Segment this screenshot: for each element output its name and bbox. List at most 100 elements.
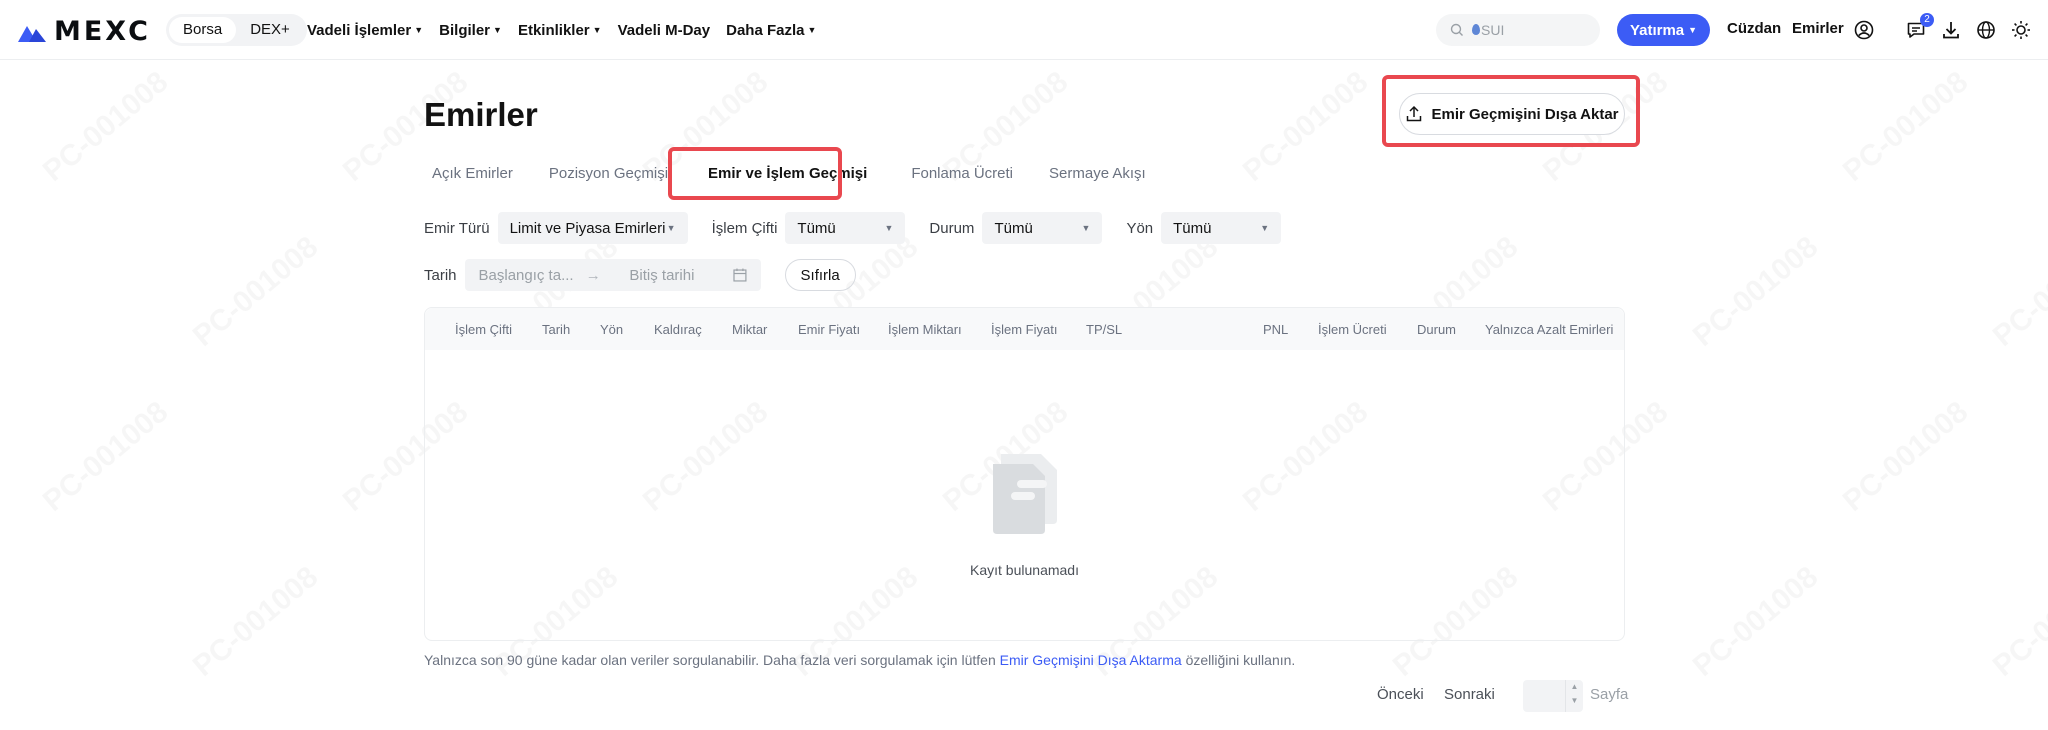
empty-document-icon (993, 454, 1057, 534)
user-account-icon[interactable] (1852, 18, 1876, 42)
nav-info[interactable]: Bilgiler ▼ (439, 22, 502, 39)
pair-value: Tümü (797, 219, 836, 237)
globe-icon[interactable] (1974, 18, 1998, 42)
caret-down-icon: ▼ (884, 223, 894, 233)
watermark-text: PC-001008 (1237, 65, 1375, 189)
watermark-text: PC-001008 (1687, 230, 1825, 354)
nav-mday-label: Vadeli M-Day (617, 21, 711, 39)
caret-down-icon: ▼ (414, 25, 424, 35)
note-text-after: özelliğini kullanın. (1185, 652, 1296, 668)
date-label: Tarih (424, 266, 457, 284)
page-stepper[interactable]: ▲ ▼ (1565, 680, 1583, 712)
order-type-label: Emir Türü (424, 219, 490, 237)
logo-text: MEXC (54, 16, 151, 47)
caret-down-icon: ▼ (666, 223, 676, 233)
note-text-before: Yalnızca son 90 güne kadar olan veriler … (424, 652, 996, 668)
nav-more[interactable]: Daha Fazla ▼ (726, 22, 816, 39)
order-type-select[interactable]: Limit ve Piyasa Emirleri ▼ (497, 212, 688, 244)
col-pnl: PNL (1263, 322, 1289, 337)
search-input[interactable]: SUI (1472, 22, 1504, 38)
col-order-price: Emir Fiyatı (798, 322, 861, 337)
message-icon[interactable]: 2 (1904, 13, 1934, 42)
watermark-text: PC-001008 (1987, 560, 2048, 684)
reset-button[interactable]: Sıfırla (784, 259, 856, 291)
segment-borsa[interactable]: Borsa (169, 17, 237, 43)
deposit-label: Yatırma (1629, 21, 1685, 39)
status-select[interactable]: Tümü ▼ (982, 212, 1103, 244)
mexc-logo[interactable]: MEXC (16, 16, 151, 47)
watermark-text: PC-001008 (37, 395, 175, 519)
previous-page-button[interactable]: Önceki (1377, 686, 1424, 703)
deposit-button[interactable]: Yatırma ▼ (1617, 14, 1710, 46)
next-page-button[interactable]: Sonraki (1444, 686, 1495, 703)
col-pair: İşlem Çifti (455, 322, 513, 337)
nav-events[interactable]: Etkinlikler ▼ (518, 22, 602, 39)
col-fee: İşlem Ücreti (1318, 322, 1387, 337)
mexc-logo-icon (18, 25, 46, 42)
date-range-picker[interactable]: Başlangıç ta... → Bitiş tarihi (464, 259, 761, 291)
tab-funding-fee[interactable]: Fonlama Ücreti (903, 155, 1021, 193)
end-date-input[interactable]: Bitiş tarihi (629, 267, 732, 284)
export-history-link[interactable]: Emir Geçmişini Dışa Aktarma (1000, 652, 1182, 668)
export-order-history-button[interactable]: Emir Geçmişini Dışa Aktar (1399, 93, 1625, 135)
date-filter-row: Tarih Başlangıç ta... → Bitiş tarihi Sıf… (424, 259, 856, 291)
col-filled-amount: İşlem Miktarı (888, 322, 962, 337)
status-label: Durum (929, 219, 975, 237)
nav-more-label: Daha Fazla (726, 21, 805, 39)
orders-link[interactable]: Emirler (1792, 20, 1844, 37)
chevron-down-icon[interactable]: ▼ (1566, 694, 1583, 708)
caret-down-icon: ▼ (1688, 25, 1698, 35)
pair-select[interactable]: Tümü ▼ (785, 212, 906, 244)
upload-icon (1407, 105, 1422, 122)
page-number-input[interactable]: ▲ ▼ (1523, 680, 1583, 712)
col-status: Durum (1417, 322, 1457, 337)
nav-info-label: Bilgiler (439, 21, 491, 39)
calendar-icon[interactable] (733, 268, 747, 282)
order-type-value: Limit ve Piyasa Emirleri (509, 219, 666, 237)
nav-futures[interactable]: Vadeli İşlemler ▼ (307, 22, 423, 39)
page-label: Sayfa (1590, 686, 1629, 703)
main-nav: Vadeli İşlemler ▼ Bilgiler ▼ Etkinlikler ▼ … (307, 0, 816, 60)
search-placeholder: SUI (1481, 22, 1505, 38)
chevron-up-icon[interactable]: ▲ (1566, 680, 1583, 694)
side-select[interactable]: Tümü ▼ (1161, 212, 1282, 244)
arrow-right-icon: → (585, 266, 601, 284)
download-icon[interactable] (1939, 18, 1963, 42)
top-header: MEXC Borsa DEX+ Vadeli İşlemler ▼ Bilgile… (0, 0, 2048, 60)
nav-mday[interactable]: Vadeli M-Day (618, 22, 711, 39)
caret-down-icon: ▼ (1260, 223, 1270, 233)
tab-capital-flow[interactable]: Sermaye Akışı (1041, 155, 1154, 193)
side-value: Tümü (1173, 219, 1212, 237)
notification-badge: 2 (1920, 13, 1934, 27)
tab-position-history[interactable]: Pozisyon Geçmişi (541, 155, 676, 193)
search-box[interactable]: SUI (1436, 14, 1600, 46)
tab-open-orders[interactable]: Açık Emirler (424, 155, 521, 193)
watermark-text: PC-001008 (1687, 560, 1825, 684)
start-date-input[interactable]: Başlangıç ta... (479, 267, 586, 284)
watermark-text: PC-001008 (37, 65, 175, 189)
status-value: Tümü (994, 219, 1033, 237)
caret-down-icon: ▼ (807, 25, 817, 35)
watermark-text: PC-001008 (1987, 230, 2048, 354)
caret-down-icon: ▼ (493, 25, 502, 35)
tab-highlight-box (668, 147, 842, 200)
col-filled-price: İşlem Fiyatı (991, 322, 1058, 337)
export-label: Emir Geçmişini Dışa Aktar (1431, 105, 1619, 123)
wallet-link[interactable]: Cüzdan (1727, 20, 1781, 37)
filter-row: Emir Türü Limit ve Piyasa Emirleri ▼ İşle… (424, 212, 1305, 244)
page-title: Emirler (424, 96, 538, 133)
theme-sun-icon[interactable] (2009, 18, 2033, 42)
col-leverage: Kaldıraç (654, 322, 702, 337)
watermark-text: PC-001008 (1837, 395, 1975, 519)
empty-state-text: Kayıt bulunamadı (970, 562, 1079, 578)
search-icon (1450, 23, 1463, 36)
col-amount: Miktar (732, 322, 768, 337)
pair-label: İşlem Çifti (711, 219, 778, 237)
side-label: Yön (1126, 219, 1154, 237)
col-date: Tarih (542, 322, 571, 337)
segment-dex[interactable]: DEX+ (236, 17, 304, 43)
col-side: Yön (600, 322, 624, 337)
table-header: İşlem Çifti Tarih Yön Kaldıraç Miktar Em… (425, 308, 1624, 350)
watermark-text: PC-001008 (1837, 65, 1975, 189)
col-tpsl: TP/SL (1086, 322, 1123, 337)
